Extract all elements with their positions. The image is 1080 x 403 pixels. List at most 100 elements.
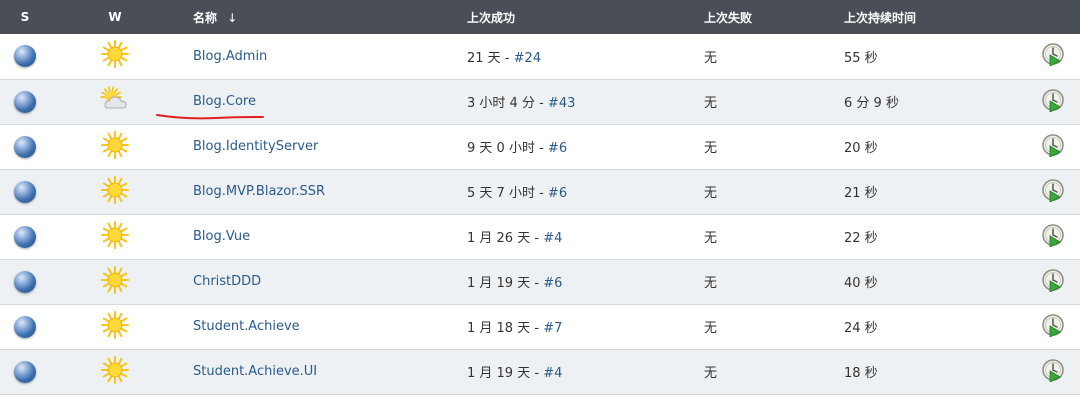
weather-cell — [50, 349, 180, 394]
schedule-build-icon[interactable] — [1041, 133, 1065, 161]
status-cell — [0, 349, 50, 394]
schedule-cell — [1025, 124, 1080, 169]
col-header-name[interactable]: 名称 ↓ — [180, 0, 454, 34]
schedule-build-icon[interactable] — [1041, 178, 1065, 206]
last-failure-cell: 无 — [694, 79, 839, 124]
last-success-cell: 1 月 19 天 - #4 — [454, 349, 694, 394]
last-success-cell: 1 月 26 天 - #4 — [454, 214, 694, 259]
last-success-time: 3 小时 4 分 — [467, 96, 535, 111]
last-success-build-link[interactable]: #6 — [548, 186, 567, 201]
last-duration-value: 6 分 9 秒 — [844, 96, 899, 111]
weather-cell — [50, 34, 180, 79]
schedule-build-icon[interactable] — [1041, 268, 1065, 296]
col-header-last-duration[interactable]: 上次持续时间 — [839, 0, 1025, 34]
last-success-separator: - — [530, 366, 544, 381]
job-name-link[interactable]: Student.Achieve.UI — [193, 364, 317, 379]
last-failure-value: 无 — [704, 186, 718, 201]
sun-icon — [101, 265, 129, 298]
schedule-build-icon[interactable] — [1041, 358, 1065, 386]
status-cell — [0, 79, 50, 124]
sort-arrow-icon: ↓ — [227, 10, 238, 25]
table-row: Blog.MVP.Blazor.SSR 5 天 7 小时 - #6 无 21 秒 — [0, 169, 1080, 214]
last-failure-value: 无 — [704, 366, 718, 381]
last-success-build-link[interactable]: #4 — [543, 231, 562, 246]
table-row: Blog.IdentityServer 9 天 0 小时 - #6 无 20 秒 — [0, 124, 1080, 169]
last-duration-cell: 18 秒 — [839, 349, 1025, 394]
last-success-time: 21 天 — [467, 50, 501, 66]
weather-cell — [50, 214, 180, 259]
last-success-build-link[interactable]: #7 — [543, 321, 562, 336]
col-header-last-success[interactable]: 上次成功 — [454, 0, 694, 34]
weather-cell — [50, 304, 180, 349]
last-failure-value: 无 — [704, 276, 718, 291]
table-row: ChristDDD 1 月 19 天 - #6 无 40 秒 — [0, 259, 1080, 304]
status-cell — [0, 304, 50, 349]
last-success-cell: 1 月 18 天 - #7 — [454, 304, 694, 349]
last-success-cell: 5 天 7 小时 - #6 — [454, 169, 694, 214]
last-success-time: 9 天 0 小时 — [467, 141, 535, 156]
last-success-time: 1 月 19 天 — [467, 276, 531, 291]
schedule-cell — [1025, 169, 1080, 214]
last-success-cell: 9 天 0 小时 - #6 — [454, 124, 694, 169]
last-success-separator: - — [530, 321, 544, 336]
blue-ball-icon[interactable] — [14, 135, 36, 158]
last-failure-value: 无 — [704, 231, 718, 246]
last-duration-cell: 20 秒 — [839, 124, 1025, 169]
job-name-link[interactable]: Blog.Vue — [193, 229, 250, 244]
blue-ball-icon[interactable] — [14, 45, 36, 68]
last-duration-value: 40 秒 — [844, 276, 878, 291]
last-failure-cell: 无 — [694, 169, 839, 214]
blue-ball-icon[interactable] — [14, 180, 36, 203]
col-header-schedule — [1025, 0, 1080, 34]
last-failure-cell: 无 — [694, 34, 839, 79]
last-success-cell: 1 月 19 天 - #6 — [454, 259, 694, 304]
last-success-build-link[interactable]: #6 — [543, 276, 562, 291]
job-name-link[interactable]: Student.Achieve — [193, 319, 300, 334]
last-failure-value: 无 — [704, 96, 718, 111]
col-header-status[interactable]: S — [0, 0, 50, 34]
last-success-separator: - — [530, 276, 544, 291]
partly-cloudy-icon — [100, 85, 130, 118]
status-cell — [0, 259, 50, 304]
job-name-link[interactable]: Blog.IdentityServer — [193, 139, 318, 154]
blue-ball-icon[interactable] — [14, 90, 36, 113]
last-failure-cell: 无 — [694, 304, 839, 349]
job-name-link[interactable]: Blog.Core — [193, 94, 256, 109]
col-header-last-failure[interactable]: 上次失败 — [694, 0, 839, 34]
status-cell — [0, 214, 50, 259]
blue-ball-icon[interactable] — [14, 225, 36, 248]
last-success-build-link[interactable]: #24 — [514, 51, 541, 66]
job-name-link[interactable]: Blog.Admin — [193, 49, 267, 64]
table-header-row: S W 名称 ↓ 上次成功 上次失败 上次持续时间 — [0, 0, 1080, 34]
status-cell — [0, 169, 50, 214]
last-success-build-link[interactable]: #4 — [543, 366, 562, 381]
job-name-link[interactable]: ChristDDD — [193, 274, 261, 289]
last-success-build-link[interactable]: #6 — [548, 141, 567, 156]
schedule-build-icon[interactable] — [1041, 88, 1065, 116]
table-row: Blog.Vue 1 月 26 天 - #4 无 22 秒 — [0, 214, 1080, 259]
col-header-last-failure-label: 上次失败 — [704, 10, 753, 25]
table-row: Student.Achieve 1 月 18 天 - #7 无 24 秒 — [0, 304, 1080, 349]
sun-icon — [101, 130, 129, 163]
last-duration-cell: 24 秒 — [839, 304, 1025, 349]
job-name-link[interactable]: Blog.MVP.Blazor.SSR — [193, 184, 325, 199]
job-name-cell: ChristDDD — [180, 259, 454, 304]
last-duration-value: 20 秒 — [844, 141, 878, 156]
col-header-weather[interactable]: W — [50, 0, 180, 34]
table-row: Blog.Admin 21 天 - #24 无 55 秒 — [0, 34, 1080, 79]
schedule-build-icon[interactable] — [1041, 42, 1065, 70]
last-failure-value: 无 — [704, 141, 718, 156]
job-name-cell: Blog.MVP.Blazor.SSR — [180, 169, 454, 214]
last-success-separator: - — [534, 141, 548, 156]
last-success-time: 1 月 19 天 — [467, 366, 531, 381]
last-duration-cell: 22 秒 — [839, 214, 1025, 259]
job-name-cell: Student.Achieve — [180, 304, 454, 349]
blue-ball-icon[interactable] — [14, 315, 36, 338]
last-success-separator: - — [534, 186, 548, 201]
last-success-build-link[interactable]: #43 — [548, 96, 575, 111]
blue-ball-icon[interactable] — [14, 360, 36, 383]
blue-ball-icon[interactable] — [14, 270, 36, 293]
schedule-build-icon[interactable] — [1041, 313, 1065, 341]
schedule-cell — [1025, 34, 1080, 79]
schedule-build-icon[interactable] — [1041, 223, 1065, 251]
